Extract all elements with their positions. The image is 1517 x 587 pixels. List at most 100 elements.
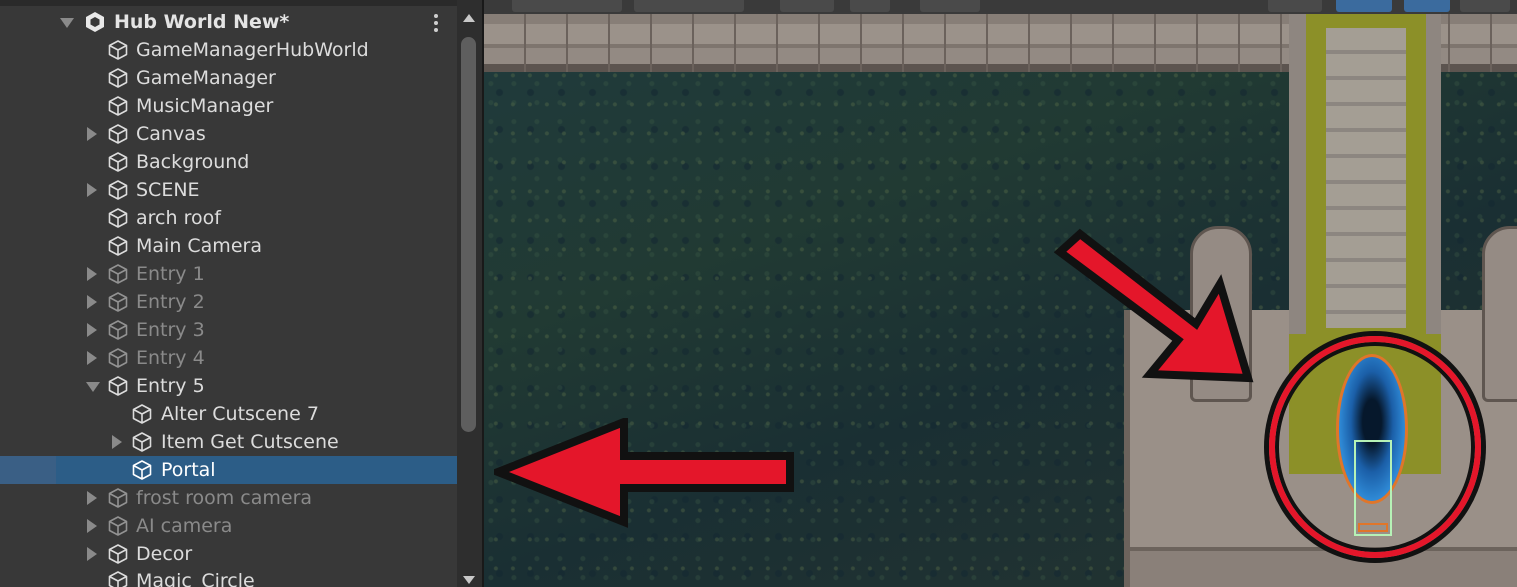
- hierarchy-item-label: SCENE: [136, 179, 200, 201]
- 2d-toggle[interactable]: [1336, 0, 1392, 12]
- hierarchy-item-label: Alter Cutscene 7: [161, 403, 319, 425]
- gameobject-cube-icon: [108, 348, 128, 368]
- gameobject-cube-icon: [108, 292, 128, 312]
- gameobject-cube-icon: [108, 544, 128, 564]
- gameobject-cube-icon: [108, 320, 128, 340]
- expand-arrow-icon[interactable]: [87, 351, 97, 365]
- expand-arrow-icon[interactable]: [87, 323, 97, 337]
- ruler-button[interactable]: [920, 0, 980, 12]
- hierarchy-item-decor[interactable]: Decor: [0, 540, 457, 568]
- hierarchy-item-entry-3[interactable]: Entry 3: [0, 316, 457, 344]
- hierarchy-item-label: Decor: [136, 543, 193, 565]
- hierarchy-item-musicmanager[interactable]: MusicManager: [0, 92, 457, 120]
- gameobject-cube-icon: [108, 516, 128, 536]
- hierarchy-item-label: Portal: [161, 459, 216, 481]
- scene-view[interactable]: [484, 0, 1517, 587]
- scene-name: Hub World New*: [114, 11, 290, 33]
- unity-scene-icon: [86, 12, 104, 32]
- hierarchy-item-label: Entry 3: [136, 319, 205, 341]
- gameobject-cube-icon: [108, 571, 128, 587]
- expand-arrow-icon[interactable]: [87, 547, 97, 561]
- hierarchy-item-alter-cutscene-7[interactable]: Alter Cutscene 7: [0, 400, 457, 428]
- hierarchy-item-label: Canvas: [136, 123, 206, 145]
- hierarchy-item-entry-1[interactable]: Entry 1: [0, 260, 457, 288]
- hierarchy-item-scene[interactable]: SCENE: [0, 176, 457, 204]
- hierarchy-item-label: Background: [136, 151, 250, 173]
- gameobject-cube-icon: [108, 376, 128, 396]
- gameobject-cube-icon: [132, 460, 152, 480]
- scroll-down-icon[interactable]: [463, 576, 475, 584]
- scene-header-row[interactable]: Hub World New*: [0, 8, 457, 36]
- hierarchy-item-label: GameManager: [136, 67, 276, 89]
- gameobject-cube-icon: [108, 124, 128, 144]
- gizmos-button[interactable]: [1460, 0, 1510, 12]
- hierarchy-item-item-get-cutscene[interactable]: Item Get Cutscene: [0, 428, 457, 456]
- collapse-arrow-icon[interactable]: [86, 382, 100, 392]
- expand-arrow-icon[interactable]: [87, 519, 97, 533]
- platform-edge: [1130, 547, 1517, 587]
- hierarchy-item-entry-4[interactable]: Entry 4: [0, 344, 457, 372]
- scroll-up-icon[interactable]: [463, 14, 475, 22]
- hierarchy-item-label: Entry 5: [136, 375, 205, 397]
- gameobject-cube-icon: [132, 404, 152, 424]
- hierarchy-item-label: GameManagerHubWorld: [136, 39, 369, 61]
- hierarchy-top-strip: [0, 0, 460, 6]
- scroll-thumb[interactable]: [461, 37, 476, 432]
- expand-arrow-icon[interactable]: [87, 127, 97, 141]
- increment-snap-button[interactable]: [850, 0, 890, 12]
- gameobject-cube-icon: [108, 96, 128, 116]
- hierarchy-scrollbar[interactable]: [457, 0, 482, 587]
- gameobject-cube-icon: [108, 236, 128, 256]
- gameobject-cube-icon: [132, 432, 152, 452]
- statue-right: [1482, 226, 1517, 402]
- hierarchy-item-arch-roof[interactable]: arch roof: [0, 204, 457, 232]
- hierarchy-item-canvas[interactable]: Canvas: [0, 120, 457, 148]
- grid-snap-button[interactable]: [780, 0, 834, 12]
- gameobject-cube-icon: [108, 208, 128, 228]
- expand-arrow-icon[interactable]: [87, 183, 97, 197]
- hierarchy-item-ai-camera[interactable]: AI camera: [0, 512, 457, 540]
- expand-arrow-icon[interactable]: [112, 435, 122, 449]
- gameobject-cube-icon: [108, 488, 128, 508]
- hierarchy-item-label: Entry 2: [136, 291, 205, 313]
- gameobject-cube-icon: [108, 152, 128, 172]
- hierarchy-item-gamemanager[interactable]: GameManager: [0, 64, 457, 92]
- gameobject-cube-icon: [108, 264, 128, 284]
- gameobject-cube-icon: [108, 40, 128, 60]
- hierarchy-item-label: Entry 1: [136, 263, 205, 285]
- expand-arrow-icon[interactable]: [87, 295, 97, 309]
- carpet-tiles: [1326, 28, 1406, 328]
- hierarchy-item-label: Magic_Circle: [136, 570, 255, 587]
- portal-trigger-outline: [1358, 523, 1388, 532]
- hierarchy-item-label: MusicManager: [136, 95, 274, 117]
- hierarchy-item-label: frost room camera: [136, 487, 313, 509]
- shading-mode-button[interactable]: [1268, 0, 1322, 12]
- annotation-arrow-left-icon: [494, 418, 794, 528]
- hierarchy-item-entry-2[interactable]: Entry 2: [0, 288, 457, 316]
- hierarchy-panel: Hub World New* GameManagerHubWorld GameM…: [0, 0, 482, 587]
- hierarchy-item-frost-room-camera[interactable]: frost room camera: [0, 484, 457, 512]
- hierarchy-item-magic-circle[interactable]: Magic_Circle: [0, 567, 457, 587]
- lighting-toggle[interactable]: [1404, 0, 1450, 12]
- hierarchy-item-main-camera[interactable]: Main Camera: [0, 232, 457, 260]
- hierarchy-item-label: Main Camera: [136, 235, 262, 257]
- portal-collider-outline: [1354, 440, 1392, 536]
- expand-arrow-icon[interactable]: [87, 267, 97, 281]
- pivot-toggle[interactable]: [512, 0, 622, 12]
- hierarchy-item-gamemanagerhubworld[interactable]: GameManagerHubWorld: [0, 36, 457, 64]
- kebab-menu-icon[interactable]: [430, 12, 442, 34]
- hierarchy-item-portal[interactable]: Portal: [0, 456, 457, 484]
- annotation-arrow-diagonal-icon: [1054, 228, 1254, 383]
- hierarchy-item-background[interactable]: Background: [0, 148, 457, 176]
- expand-arrow-icon[interactable]: [87, 491, 97, 505]
- gameobject-cube-icon: [108, 68, 128, 88]
- gameobject-cube-icon: [108, 180, 128, 200]
- hierarchy-item-label: Item Get Cutscene: [161, 431, 339, 453]
- hierarchy-item-entry-5[interactable]: Entry 5: [0, 372, 457, 400]
- hierarchy-item-label: AI camera: [136, 515, 233, 537]
- collapse-arrow-icon[interactable]: [60, 18, 74, 28]
- scene-toolbar: [484, 0, 1517, 14]
- local-toggle[interactable]: [634, 0, 744, 12]
- hierarchy-item-label: Entry 4: [136, 347, 205, 369]
- hierarchy-item-label: arch roof: [136, 207, 221, 229]
